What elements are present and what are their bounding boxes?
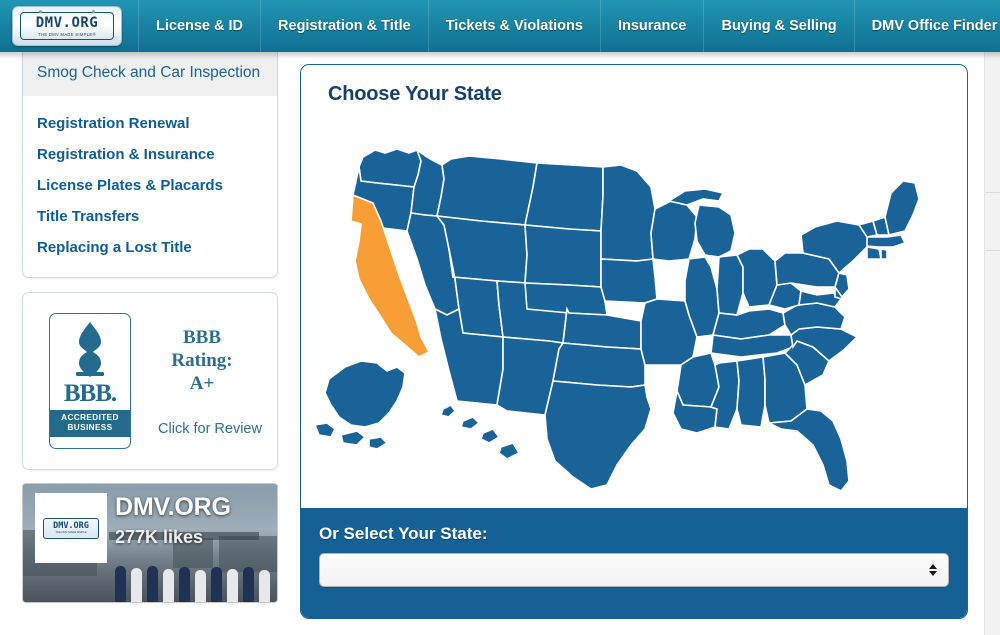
avatar-tagline: THE DMV MADE SIMPLE [55,531,87,535]
nav-item-tickets-and-violations[interactable]: Tickets & Violations [427,0,600,52]
sidebar-link-list: Registration Renewal Registration & Insu… [23,96,277,263]
state-minnesota [600,164,656,262]
rail-divider-1 [985,192,1000,193]
nav-drop-shadow [0,52,1000,59]
dmv-org-logo[interactable]: DMV.ORG THE DMV MADE SIMPLE® [12,6,122,46]
state-connecticut [866,246,882,260]
sidebar-links-panel: Smog Check and Car Inspection Registrati… [22,52,278,278]
us-state-map [301,109,967,509]
state-indiana [716,254,744,316]
bbb-badge: BBB. ACCREDITED BUSINESS [49,313,131,449]
state-iowa [600,258,658,304]
state-hawaii [439,403,521,460]
select-stepper-arrows-icon [929,564,937,576]
state-montana [436,155,538,226]
state-south-dakota [524,224,602,288]
state-rhode-island [880,248,888,260]
sidebar-item-registration-and-insurance[interactable]: Registration & Insurance [23,139,277,170]
bbb-click-for-review-link[interactable]: Click for Review [149,421,277,437]
bbb-accredited-banner: ACCREDITED BUSINESS [50,410,130,437]
nav-item-insurance[interactable]: Insurance [599,0,704,52]
sidebar: Smog Check and Car Inspection Registrati… [22,52,278,603]
map-states-group [313,147,920,493]
logo-license-plate-frame: DMV.ORG THE DMV MADE SIMPLE® [20,12,114,40]
bbb-rating-line1: BBB [182,326,222,348]
rail-divider-2 [985,250,1000,251]
bbb-accredited-line2: BUSINESS [67,423,113,432]
state-alabama [736,356,766,428]
state-michigan [694,204,736,258]
state-massachusetts [866,234,907,248]
sidebar-item-title-transfers[interactable]: Title Transfers [23,201,277,232]
page-title: Choose Your State [328,83,502,105]
bbb-rating-line3: A+ [189,372,215,394]
sidebar-item-replacing-a-lost-title[interactable]: Replacing a Lost Title [23,232,277,263]
choose-your-state-panel: Choose Your State Or Select Your State: [300,64,968,619]
state-texas [544,380,652,490]
bbb-text-block: BBB Rating: A+ Click for Review [149,326,277,437]
state-maine [884,180,920,236]
state-select-dropdown[interactable] [319,553,949,587]
nav-item-dmv-office-finder[interactable]: DMV Office Finder [853,0,1000,52]
top-navigation-bar: DMV.ORG THE DMV MADE SIMPLE® License & I… [0,0,1000,52]
bbb-accreditation-widget[interactable]: BBB. ACCREDITED BUSINESS BBB Rating: A+ … [22,292,278,470]
logo-main-text: DMV.ORG [35,14,99,31]
select-state-label: Or Select Your State: [319,524,488,543]
sidebar-item-license-plates-and-placards[interactable]: License Plates & Placards [23,170,277,201]
state-oklahoma [552,342,646,388]
state-north-dakota [524,162,604,232]
avatar-license-plate: DMV.ORG THE DMV MADE SIMPLE [43,517,99,539]
nav-item-buying-and-selling[interactable]: Buying & Selling [703,0,853,52]
facebook-page-widget[interactable]: DMV.ORG THE DMV MADE SIMPLE DMV.ORG 277K… [22,483,278,603]
chevron-down-icon [929,571,937,576]
facebook-like-count: 277K likes [115,527,204,547]
state-wisconsin [650,200,698,262]
bbb-torch-icon [76,322,104,377]
bbb-wordmark: BBB. [63,380,117,407]
state-michigan-up [666,188,725,206]
bbb-rating-line2: Rating: [171,349,233,371]
state-kansas [562,306,642,350]
nav-item-license-and-id[interactable]: License & ID [138,0,260,52]
avatar-main-text: DMV.ORG [53,520,89,531]
state-florida [766,408,850,493]
state-nebraska [524,282,608,316]
nav-item-registration-and-title[interactable]: Registration & Title [260,0,428,52]
us-map-svg [313,147,920,493]
chevron-up-icon [929,564,937,569]
right-rail-column [984,52,1000,635]
state-select-panel: Or Select Your State: [301,508,967,618]
facebook-page-title: DMV.ORG [115,493,231,521]
logo-tagline: THE DMV MADE SIMPLE® [38,31,96,37]
facebook-page-avatar: DMV.ORG THE DMV MADE SIMPLE [35,493,107,563]
sidebar-item-registration-renewal[interactable]: Registration Renewal [23,108,277,139]
bbb-accredited-line1: ACCREDITED [61,413,119,422]
state-alaska [313,360,406,450]
